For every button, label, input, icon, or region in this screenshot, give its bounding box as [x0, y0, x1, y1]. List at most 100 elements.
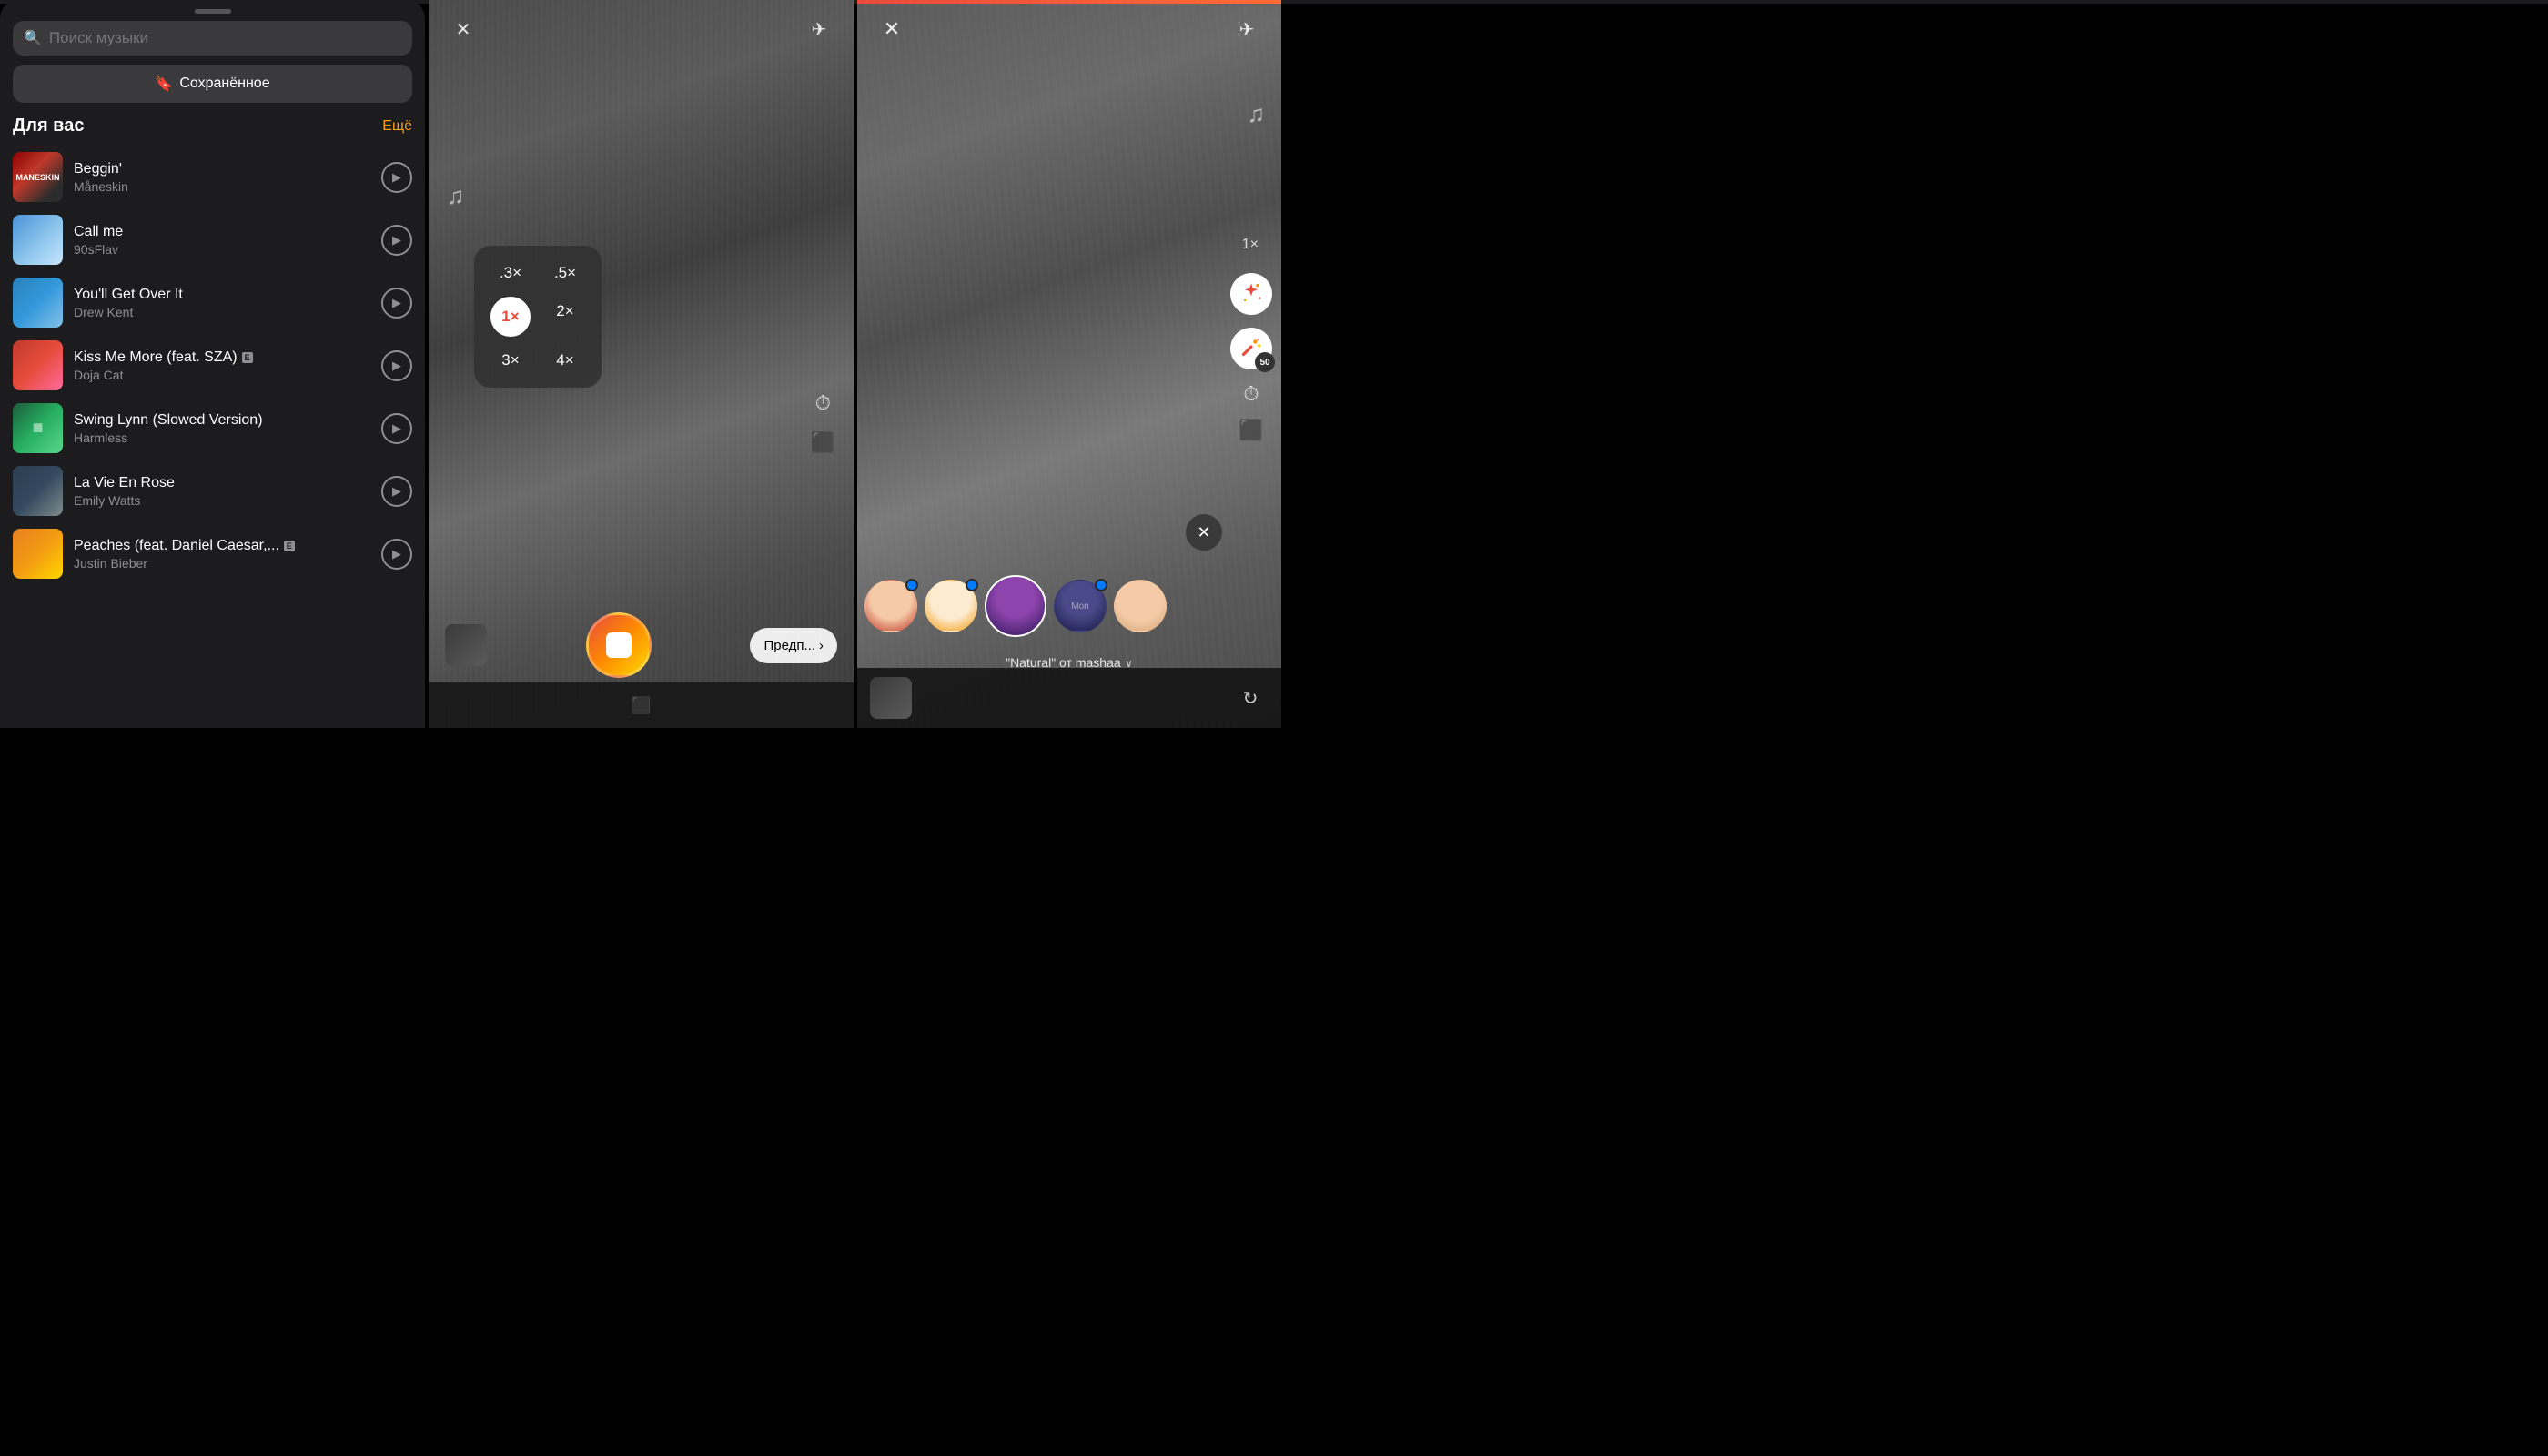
search-bar[interactable]: 🔍	[13, 21, 412, 56]
camera2-top-bar: ✕ ✈	[857, 13, 1281, 46]
next-chevron-icon: ›	[819, 638, 824, 653]
close-button[interactable]: ✕	[447, 13, 480, 46]
next-button[interactable]: Предп... ›	[750, 628, 837, 663]
side-tools: ⏱ ⬛	[811, 391, 835, 455]
record-icon	[606, 632, 632, 658]
track-info: Call me 90sFlav	[74, 224, 370, 257]
track-info: Swing Lynn (Slowed Version) Harmless	[74, 412, 370, 445]
list-item[interactable]: La Vie En Rose Emily Watts ▶	[0, 460, 425, 522]
speed-label[interactable]: 1×	[1242, 237, 1259, 253]
saved-button[interactable]: 🔖 Сохранённое	[13, 65, 412, 103]
timer-button[interactable]: ⏱	[815, 391, 831, 415]
close-circle-icon: ✕	[1197, 523, 1210, 542]
search-icon: 🔍	[24, 29, 42, 47]
next-label: Предп...	[763, 638, 815, 653]
explicit-badge: E	[242, 352, 253, 363]
list-item[interactable]: Peaches (feat. Daniel Caesar,... E Justi…	[0, 522, 425, 585]
track-name: Kiss Me More (feat. SZA) E	[74, 349, 370, 366]
camera-top-bar: ✕ ✈	[429, 13, 854, 46]
track-info: Beggin' Måneskin	[74, 161, 370, 194]
gallery-button[interactable]: ⬛	[811, 431, 835, 455]
music-note-icon[interactable]: ♫	[447, 182, 465, 210]
track-artist: Doja Cat	[74, 368, 370, 382]
section-more-button[interactable]: Ещё	[382, 118, 412, 135]
close-circle-button[interactable]: ✕	[1186, 514, 1222, 551]
list-item[interactable]: You'll Get Over It Drew Kent ▶	[0, 271, 425, 334]
list-item[interactable]: ■ Swing Lynn (Slowed Version) Harmless ▶	[0, 397, 425, 460]
avatar-row: Mon	[857, 575, 1281, 637]
play-button[interactable]: ▶	[381, 350, 412, 381]
section-header: Для вас Ещё	[0, 116, 425, 146]
wand-effect-button[interactable]: 50	[1230, 328, 1272, 369]
speed-option-1x-active[interactable]: 1×	[490, 297, 531, 337]
speed-selector: .3× .5× 1× 2× 3× 4×	[474, 246, 602, 388]
section-title: Для вас	[13, 116, 84, 136]
search-input[interactable]	[49, 29, 401, 47]
grid-button[interactable]: ⬛	[1239, 419, 1263, 442]
sparkle-effect-button[interactable]	[1230, 273, 1272, 315]
avatar-3-selected[interactable]	[985, 575, 1046, 637]
gallery-thumb-2[interactable]	[870, 677, 912, 719]
track-name: Beggin'	[74, 161, 370, 177]
track-name: La Vie En Rose	[74, 475, 370, 491]
sparkle-icon	[1239, 281, 1264, 307]
avatar-dot-4	[1095, 579, 1107, 592]
track-artist: Harmless	[74, 430, 370, 445]
avatar-wrap-1	[864, 580, 917, 632]
track-artist: Emily Watts	[74, 493, 370, 508]
track-list: MANESKIN Beggin' Måneskin ▶ Call me 90sF…	[0, 146, 425, 719]
flash-button[interactable]: ✈	[803, 13, 835, 46]
track-artwork: MANESKIN	[13, 152, 63, 202]
play-button[interactable]: ▶	[381, 476, 412, 507]
track-name: Swing Lynn (Slowed Version)	[74, 412, 370, 429]
speed-option-2x[interactable]: 2×	[545, 297, 585, 337]
camera-bottom-controls: Предп... ›	[429, 612, 854, 678]
avatar-wrap-5	[1114, 580, 1167, 632]
bookmark-icon: 🔖	[155, 75, 173, 93]
track-artwork	[13, 215, 63, 265]
speed-option-4x[interactable]: 4×	[545, 346, 585, 375]
track-artist: Justin Bieber	[74, 556, 370, 571]
flash-button-2[interactable]: ✈	[1230, 13, 1263, 46]
play-button[interactable]: ▶	[381, 162, 412, 193]
music-note-icon-2[interactable]: ♫	[1248, 100, 1266, 128]
track-artist: Drew Kent	[74, 305, 370, 319]
flash-off-icon: ✈	[1239, 18, 1255, 41]
play-button[interactable]: ▶	[381, 288, 412, 318]
track-info: You'll Get Over It Drew Kent	[74, 287, 370, 319]
avatar-dot-1	[905, 579, 918, 592]
camera-panel-1: ✕ ✈ ♫ .3× .5× 1× 2× 3× 4× ⏱ ⬛ Предп... ›	[429, 0, 854, 728]
track-artwork	[13, 466, 63, 516]
track-name: Peaches (feat. Daniel Caesar,... E	[74, 538, 370, 554]
speed-option-03[interactable]: .3×	[490, 258, 531, 288]
play-button[interactable]: ▶	[381, 539, 412, 570]
track-artist: Måneskin	[74, 179, 370, 194]
track-name: Call me	[74, 224, 370, 240]
rotate-icon: ↻	[1243, 687, 1259, 710]
camera-panel-2: ✕ ✈ ♫ 1× 50	[857, 0, 1281, 728]
speed-option-3x[interactable]: 3×	[490, 346, 531, 375]
close-button-2[interactable]: ✕	[875, 13, 908, 46]
camera-bottom-bar: ⬛	[429, 682, 854, 728]
effect-count-badge: 50	[1255, 352, 1275, 372]
track-artwork	[13, 278, 63, 328]
flash-icon: ✈	[812, 18, 827, 41]
play-button[interactable]: ▶	[381, 225, 412, 256]
list-item[interactable]: MANESKIN Beggin' Måneskin ▶	[0, 146, 425, 208]
rotate-camera-button[interactable]: ↻	[1232, 680, 1269, 716]
avatar-wrap-2	[925, 580, 977, 632]
drag-handle[interactable]	[195, 9, 231, 14]
avatar-wrap-3	[985, 575, 1046, 637]
bottom-gallery-icon[interactable]: ⬛	[631, 696, 651, 715]
list-item[interactable]: Kiss Me More (feat. SZA) E Doja Cat ▶	[0, 334, 425, 397]
list-item[interactable]: Call me 90sFlav ▶	[0, 208, 425, 271]
close-x-icon: ✕	[884, 17, 900, 41]
play-button[interactable]: ▶	[381, 413, 412, 444]
avatar-5[interactable]	[1114, 580, 1167, 632]
track-artwork	[13, 340, 63, 390]
gallery-thumbnail[interactable]	[445, 624, 487, 666]
speed-option-05[interactable]: .5×	[545, 258, 585, 288]
camera2-bottom-bar: ↻	[857, 668, 1281, 728]
record-button[interactable]	[586, 612, 652, 678]
timer-button-2[interactable]: ⏱	[1243, 382, 1259, 406]
